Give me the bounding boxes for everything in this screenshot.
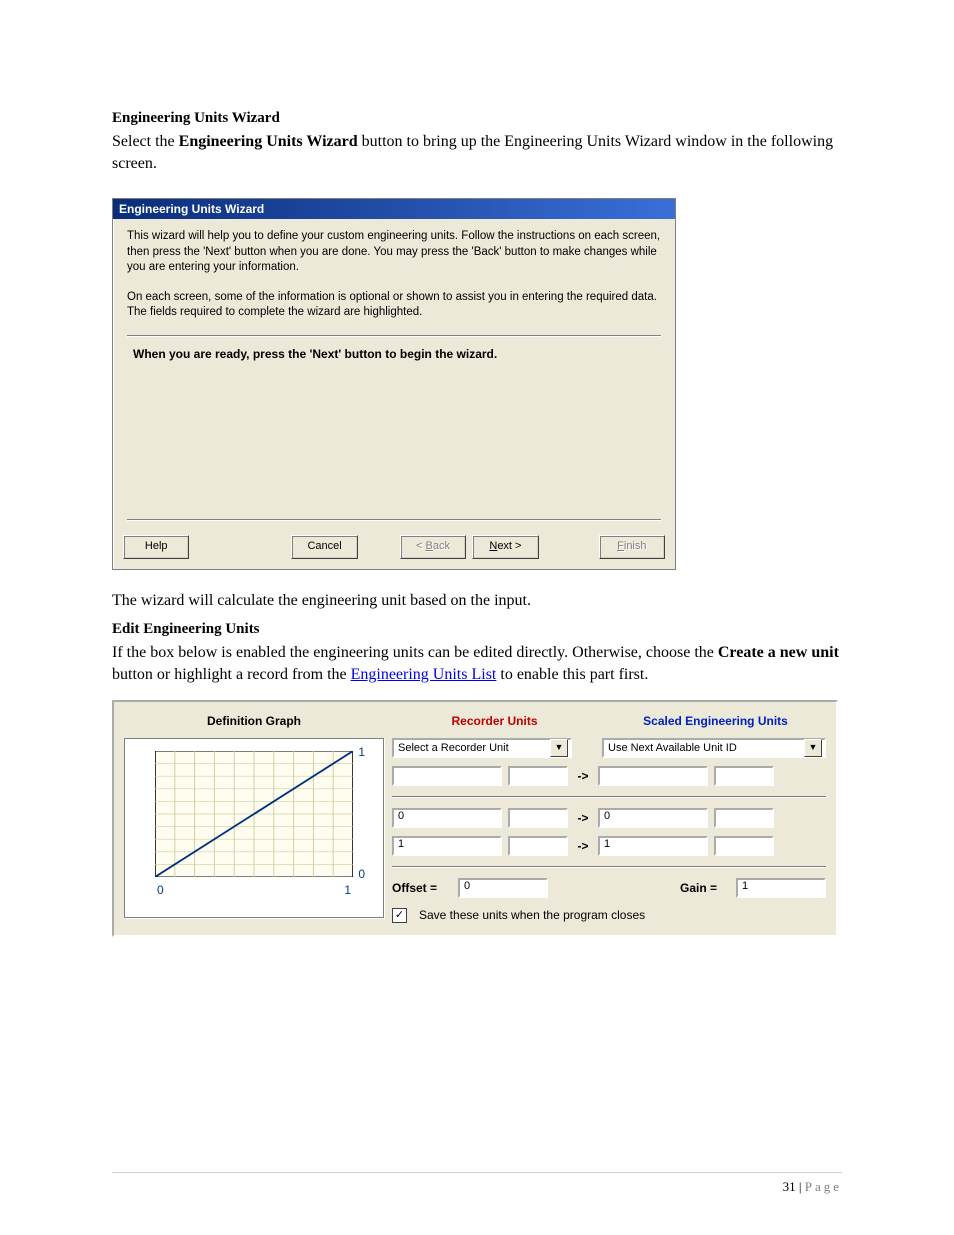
graph-svg (155, 751, 353, 877)
text: to enable this part first. (496, 666, 648, 683)
cancel-button[interactable]: Cancel (291, 535, 357, 559)
recorder-abbr-1-input[interactable] (508, 766, 568, 786)
wizard-dialog: Engineering Units Wizard This wizard wil… (112, 198, 676, 570)
recorder-unit-select[interactable]: Select a Recorder Unit ▼ (392, 738, 572, 758)
divider (127, 335, 661, 337)
wizard-calc-paragraph: The wizard will calculate the engineerin… (112, 590, 842, 612)
header-scaled-units: Scaled Engineering Units (605, 714, 826, 728)
help-button[interactable]: Help (123, 535, 189, 559)
select-value: Use Next Available Unit ID (608, 742, 737, 754)
page-footer: 31 | Page (112, 1172, 842, 1195)
save-units-label: Save these units when the program closes (419, 908, 645, 922)
text-bold: Create a new unit (718, 644, 839, 661)
wizard-titlebar: Engineering Units Wizard (113, 199, 675, 219)
map-arrow-icon: -> (574, 769, 592, 783)
text: If the box below is enabled the engineer… (112, 644, 718, 661)
section-title-wizard: Engineering Units Wizard (112, 110, 842, 127)
section-title-edit: Edit Engineering Units (112, 621, 842, 638)
next-button[interactable]: Next > (472, 535, 538, 559)
divider (392, 866, 826, 868)
engineering-units-list-link[interactable]: Engineering Units List (351, 666, 497, 683)
page-number: 31 (783, 1179, 796, 1194)
graph-xmin: 0 (157, 883, 164, 897)
text-bold: Engineering Units Wizard (179, 133, 358, 150)
header-recorder-units: Recorder Units (384, 714, 605, 728)
back-button: < Back (400, 535, 466, 559)
graph-ymin: 0 (358, 867, 365, 881)
scaled-abbr-1-input[interactable] (714, 766, 774, 786)
recorder-unit-1-input[interactable] (508, 808, 568, 828)
scaled-val-1-input[interactable]: 0 (598, 808, 708, 828)
scaled-val-2-input[interactable]: 1 (598, 836, 708, 856)
text: ack (433, 540, 450, 552)
wizard-ready-text: When you are ready, press the 'Next' but… (133, 347, 661, 361)
text: button or highlight a record from the (112, 666, 351, 683)
recorder-unit-2-input[interactable] (508, 836, 568, 856)
text: F (617, 540, 624, 552)
wizard-intro-paragraph: Select the Engineering Units Wizard butt… (112, 131, 842, 174)
wizard-title-text: Engineering Units Wizard (119, 202, 264, 216)
text: Select the (112, 133, 179, 150)
map-arrow-icon: -> (574, 811, 592, 825)
recorder-label-1-input[interactable] (392, 766, 502, 786)
map-arrow-icon: -> (574, 839, 592, 853)
gain-label: Gain = (680, 881, 730, 895)
footer-sep: | (796, 1179, 805, 1194)
header-definition-graph: Definition Graph (124, 714, 384, 728)
graph-xmax: 1 (344, 883, 351, 897)
text: B (426, 540, 433, 552)
text: < (416, 540, 425, 552)
scaled-unit-2-input[interactable] (714, 836, 774, 856)
scaled-unit-1-input[interactable] (714, 808, 774, 828)
gain-input[interactable]: 1 (736, 878, 826, 898)
scaled-unit-select[interactable]: Use Next Available Unit ID ▼ (602, 738, 826, 758)
definition-graph: 1 0 0 1 (124, 738, 384, 918)
divider (127, 519, 661, 521)
page-word: Page (805, 1179, 842, 1194)
wizard-paragraph-1: This wizard will help you to define your… (127, 229, 661, 276)
offset-label: Offset = (392, 881, 452, 895)
scaled-label-1-input[interactable] (598, 766, 708, 786)
wizard-paragraph-2: On each screen, some of the information … (127, 290, 661, 321)
graph-ymax: 1 (358, 745, 365, 759)
wizard-button-bar: Help Cancel < Back Next > Finish (113, 535, 675, 569)
text: inish (624, 540, 647, 552)
recorder-val-2-input[interactable]: 1 (392, 836, 502, 856)
recorder-val-1-input[interactable]: 0 (392, 808, 502, 828)
finish-button: Finish (599, 535, 665, 559)
divider (392, 796, 826, 798)
edit-units-panel: Definition Graph Recorder Units Scaled E… (112, 700, 838, 937)
offset-input[interactable]: 0 (458, 878, 548, 898)
chevron-down-icon: ▼ (550, 739, 568, 757)
select-value: Select a Recorder Unit (398, 742, 509, 754)
text: ext > (497, 540, 521, 552)
save-units-checkbox[interactable]: ✓ (392, 908, 407, 923)
chevron-down-icon: ▼ (804, 739, 822, 757)
edit-intro-paragraph: If the box below is enabled the engineer… (112, 642, 842, 685)
